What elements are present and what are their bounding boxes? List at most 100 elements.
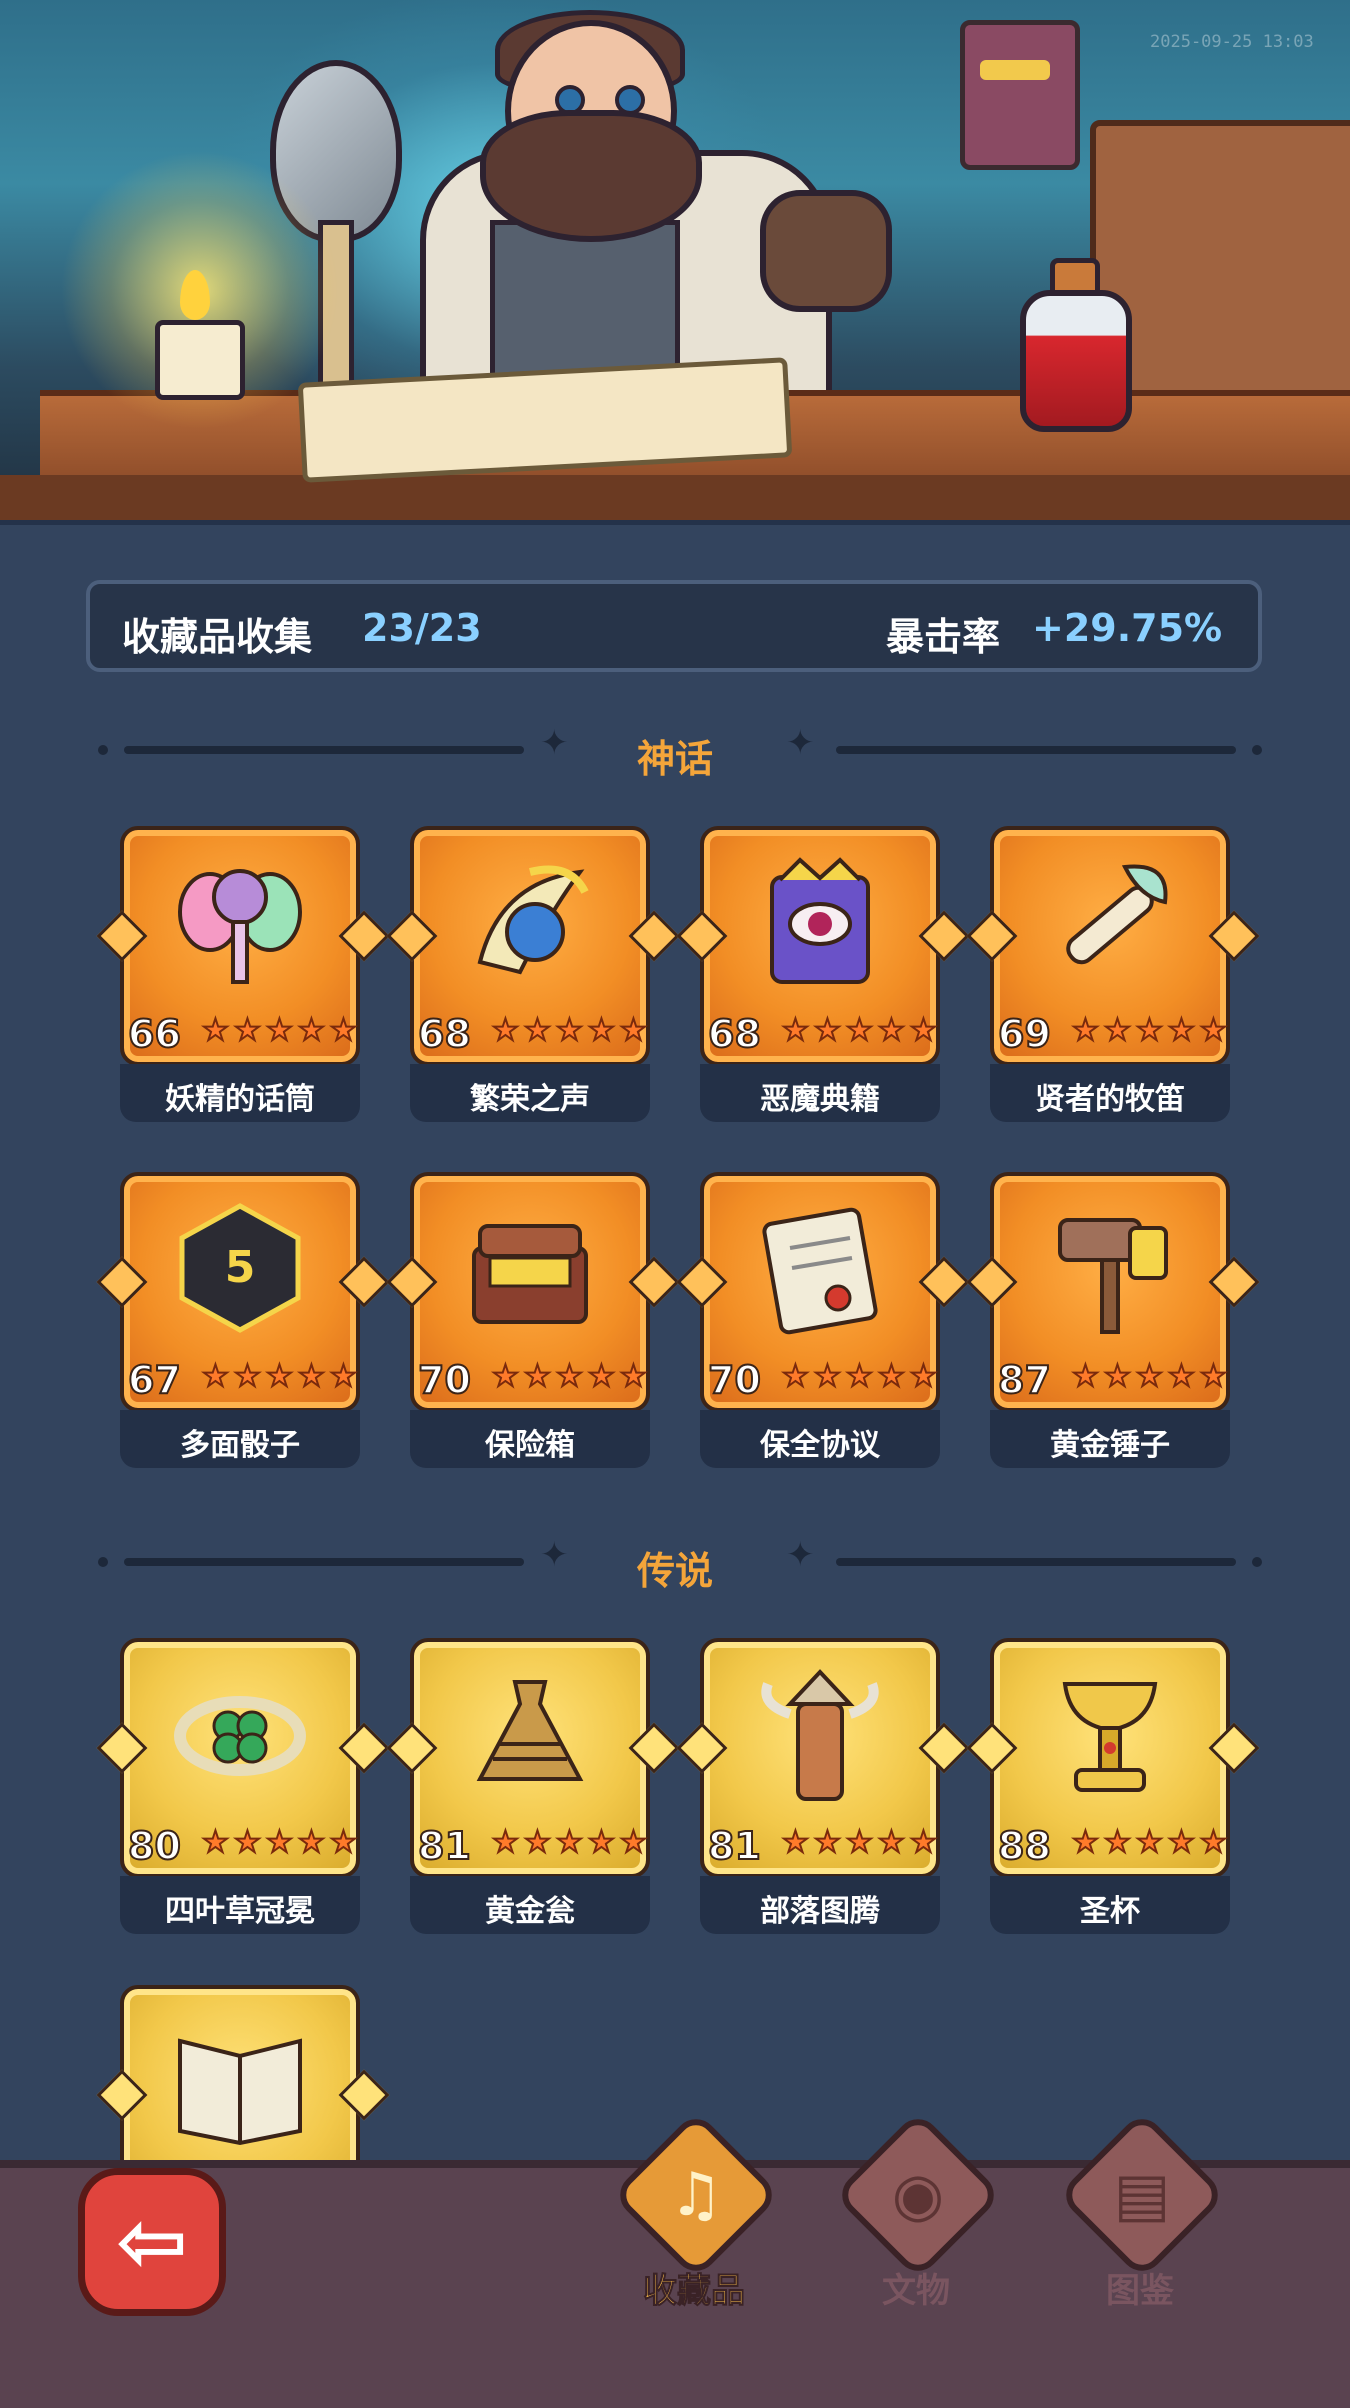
item-name-bar: 四叶草冠冕 — [120, 1876, 360, 1934]
star-rating: ★ ★ ★ ★ ★ — [781, 1013, 940, 1050]
star-icon: ★ — [265, 1013, 294, 1048]
prosperity-horn-icon — [460, 852, 600, 992]
sage-flute-icon — [1040, 852, 1180, 992]
candle-icon — [155, 320, 245, 400]
star-icon: ★ — [201, 1359, 230, 1394]
legend-collectible-card[interactable]: 80 ★ ★ ★ ★ ★ 四叶草冠冕 — [96, 1638, 390, 1940]
timestamp-watermark: 2025-09-25 13:03 — [1150, 32, 1314, 52]
section-title: 神话 — [636, 737, 713, 781]
section-title: 传说 — [636, 1549, 713, 1593]
star-icon: ★ — [297, 1359, 326, 1394]
star-icon: ★ — [491, 1825, 520, 1860]
divider-dot — [1252, 1557, 1262, 1567]
star-icon: ★ — [1199, 1013, 1228, 1048]
mythic-collectible-card[interactable]: 5 67 ★ ★ ★ ★ ★ 多面骰子 — [96, 1172, 390, 1474]
section-header-legend: ✦ 传说 ✦ — [0, 1530, 1350, 1593]
sparkle-icon: ✦ — [786, 1535, 815, 1575]
tab-label: 图鉴 — [1106, 2271, 1174, 2311]
item-name: 圣杯 — [1080, 1894, 1140, 1929]
item-name: 部落图腾 — [760, 1894, 880, 1929]
merchant-beard — [480, 110, 702, 242]
star-icon: ★ — [1199, 1825, 1228, 1860]
star-icon: ★ — [555, 1013, 584, 1048]
tab-collectibles[interactable]: ♫ 收藏品 — [604, 2110, 784, 2315]
item-name: 黄金瓮 — [485, 1894, 575, 1929]
legend-collectible-card[interactable]: 81 ★ ★ ★ ★ ★ 黄金瓮 — [386, 1638, 680, 1940]
item-name-bar: 妖精的话筒 — [120, 1064, 360, 1122]
star-icon: ★ — [1103, 1825, 1132, 1860]
item-name: 保全协议 — [760, 1428, 880, 1463]
tribal-mask-decoration — [960, 20, 1080, 170]
golden-hammer-icon — [1040, 1198, 1180, 1338]
mythic-collectible-card[interactable]: 66 ★ ★ ★ ★ ★ 妖精的话筒 — [96, 826, 390, 1128]
star-icon: ★ — [523, 1013, 552, 1048]
star-icon: ★ — [555, 1359, 584, 1394]
star-icon: ★ — [781, 1013, 810, 1048]
item-level: 80 — [127, 1823, 182, 1869]
star-icon: ★ — [1135, 1013, 1164, 1048]
item-name: 四叶草冠冕 — [165, 1894, 315, 1929]
mythic-collectible-card[interactable]: 70 ★ ★ ★ ★ ★ 保险箱 — [386, 1172, 680, 1474]
star-icon: ★ — [523, 1825, 552, 1860]
book-icon: ▤ — [1113, 2160, 1171, 2230]
back-button[interactable]: ⇦ — [78, 2168, 226, 2316]
tab-codex[interactable]: ▤ 图鉴 — [1050, 2110, 1230, 2315]
star-icon: ★ — [491, 1013, 520, 1048]
star-icon: ★ — [813, 1359, 842, 1394]
mythic-collectible-card[interactable]: 68 ★ ★ ★ ★ ★ 恶魔典籍 — [676, 826, 970, 1128]
item-level: 81 — [707, 1823, 762, 1869]
star-icon: ★ — [781, 1825, 810, 1860]
item-name-bar: 贤者的牧笛 — [990, 1064, 1230, 1122]
tab-label: 收藏品 — [643, 2271, 746, 2312]
tab-relics[interactable]: ◉ 文物 — [826, 2110, 1006, 2315]
star-icon: ★ — [329, 1825, 358, 1860]
star-icon: ★ — [619, 1359, 648, 1394]
legend-collectible-card[interactable]: 81 ★ ★ ★ ★ ★ 部落图腾 — [676, 1638, 970, 1940]
fairy-microphone-icon — [170, 852, 310, 992]
shop-banner-scene: 2025-09-25 13:03 — [0, 0, 1350, 525]
item-level: 81 — [417, 1823, 472, 1869]
star-icon: ★ — [1071, 1825, 1100, 1860]
tribal-totem-icon — [750, 1664, 890, 1804]
star-rating: ★ ★ ★ ★ ★ — [491, 1825, 650, 1862]
legend-collectible-card[interactable]: 88 ★ ★ ★ ★ ★ 圣杯 — [966, 1638, 1260, 1940]
banner-divider — [0, 520, 1350, 525]
star-icon: ★ — [491, 1359, 520, 1394]
star-icon: ★ — [1167, 1825, 1196, 1860]
item-level: 70 — [417, 1357, 472, 1403]
star-rating: ★ ★ ★ ★ ★ — [781, 1359, 940, 1396]
collection-stats-bar: 收藏品收集 23/23 暴击率 +29.75% — [86, 580, 1262, 672]
star-icon: ★ — [297, 1013, 326, 1048]
star-rating: ★ ★ ★ ★ ★ — [491, 1013, 650, 1050]
item-name: 多面骰子 — [180, 1428, 300, 1463]
divider-line — [836, 746, 1236, 754]
crit-rate-label: 暴击率 — [886, 615, 1001, 659]
star-rating: ★ ★ ★ ★ ★ — [1071, 1359, 1230, 1396]
item-level: 87 — [997, 1357, 1052, 1403]
star-icon: ★ — [555, 1825, 584, 1860]
item-level: 68 — [417, 1011, 472, 1057]
item-name: 黄金锤子 — [1050, 1428, 1170, 1463]
treasure-chest-icon — [460, 1198, 600, 1338]
item-level: 70 — [707, 1357, 762, 1403]
section-header-mythic: ✦ 神话 ✦ — [0, 718, 1350, 781]
mythic-collectible-card[interactable]: 68 ★ ★ ★ ★ ★ 繁荣之声 — [386, 826, 680, 1128]
item-name-bar: 黄金锤子 — [990, 1410, 1230, 1468]
item-level: 88 — [997, 1823, 1052, 1869]
mythic-collectible-card[interactable]: 87 ★ ★ ★ ★ ★ 黄金锤子 — [966, 1172, 1260, 1474]
star-icon: ★ — [845, 1825, 874, 1860]
item-name-bar: 保全协议 — [700, 1410, 940, 1468]
holy-grail-icon — [1040, 1664, 1180, 1804]
star-icon: ★ — [781, 1359, 810, 1394]
star-rating: ★ ★ ★ ★ ★ — [1071, 1013, 1230, 1050]
star-icon: ★ — [909, 1359, 938, 1394]
star-icon: ★ — [201, 1825, 230, 1860]
back-arrow-icon: ⇦ — [115, 2192, 189, 2292]
star-icon: ★ — [1199, 1359, 1228, 1394]
star-rating: ★ ★ ★ ★ ★ — [781, 1825, 940, 1862]
demon-tome-icon — [750, 852, 890, 992]
mythic-collectible-card[interactable]: 69 ★ ★ ★ ★ ★ 贤者的牧笛 — [966, 826, 1260, 1128]
item-name-bar: 多面骰子 — [120, 1410, 360, 1468]
golden-urn-icon — [460, 1664, 600, 1804]
mythic-collectible-card[interactable]: 70 ★ ★ ★ ★ ★ 保全协议 — [676, 1172, 970, 1474]
